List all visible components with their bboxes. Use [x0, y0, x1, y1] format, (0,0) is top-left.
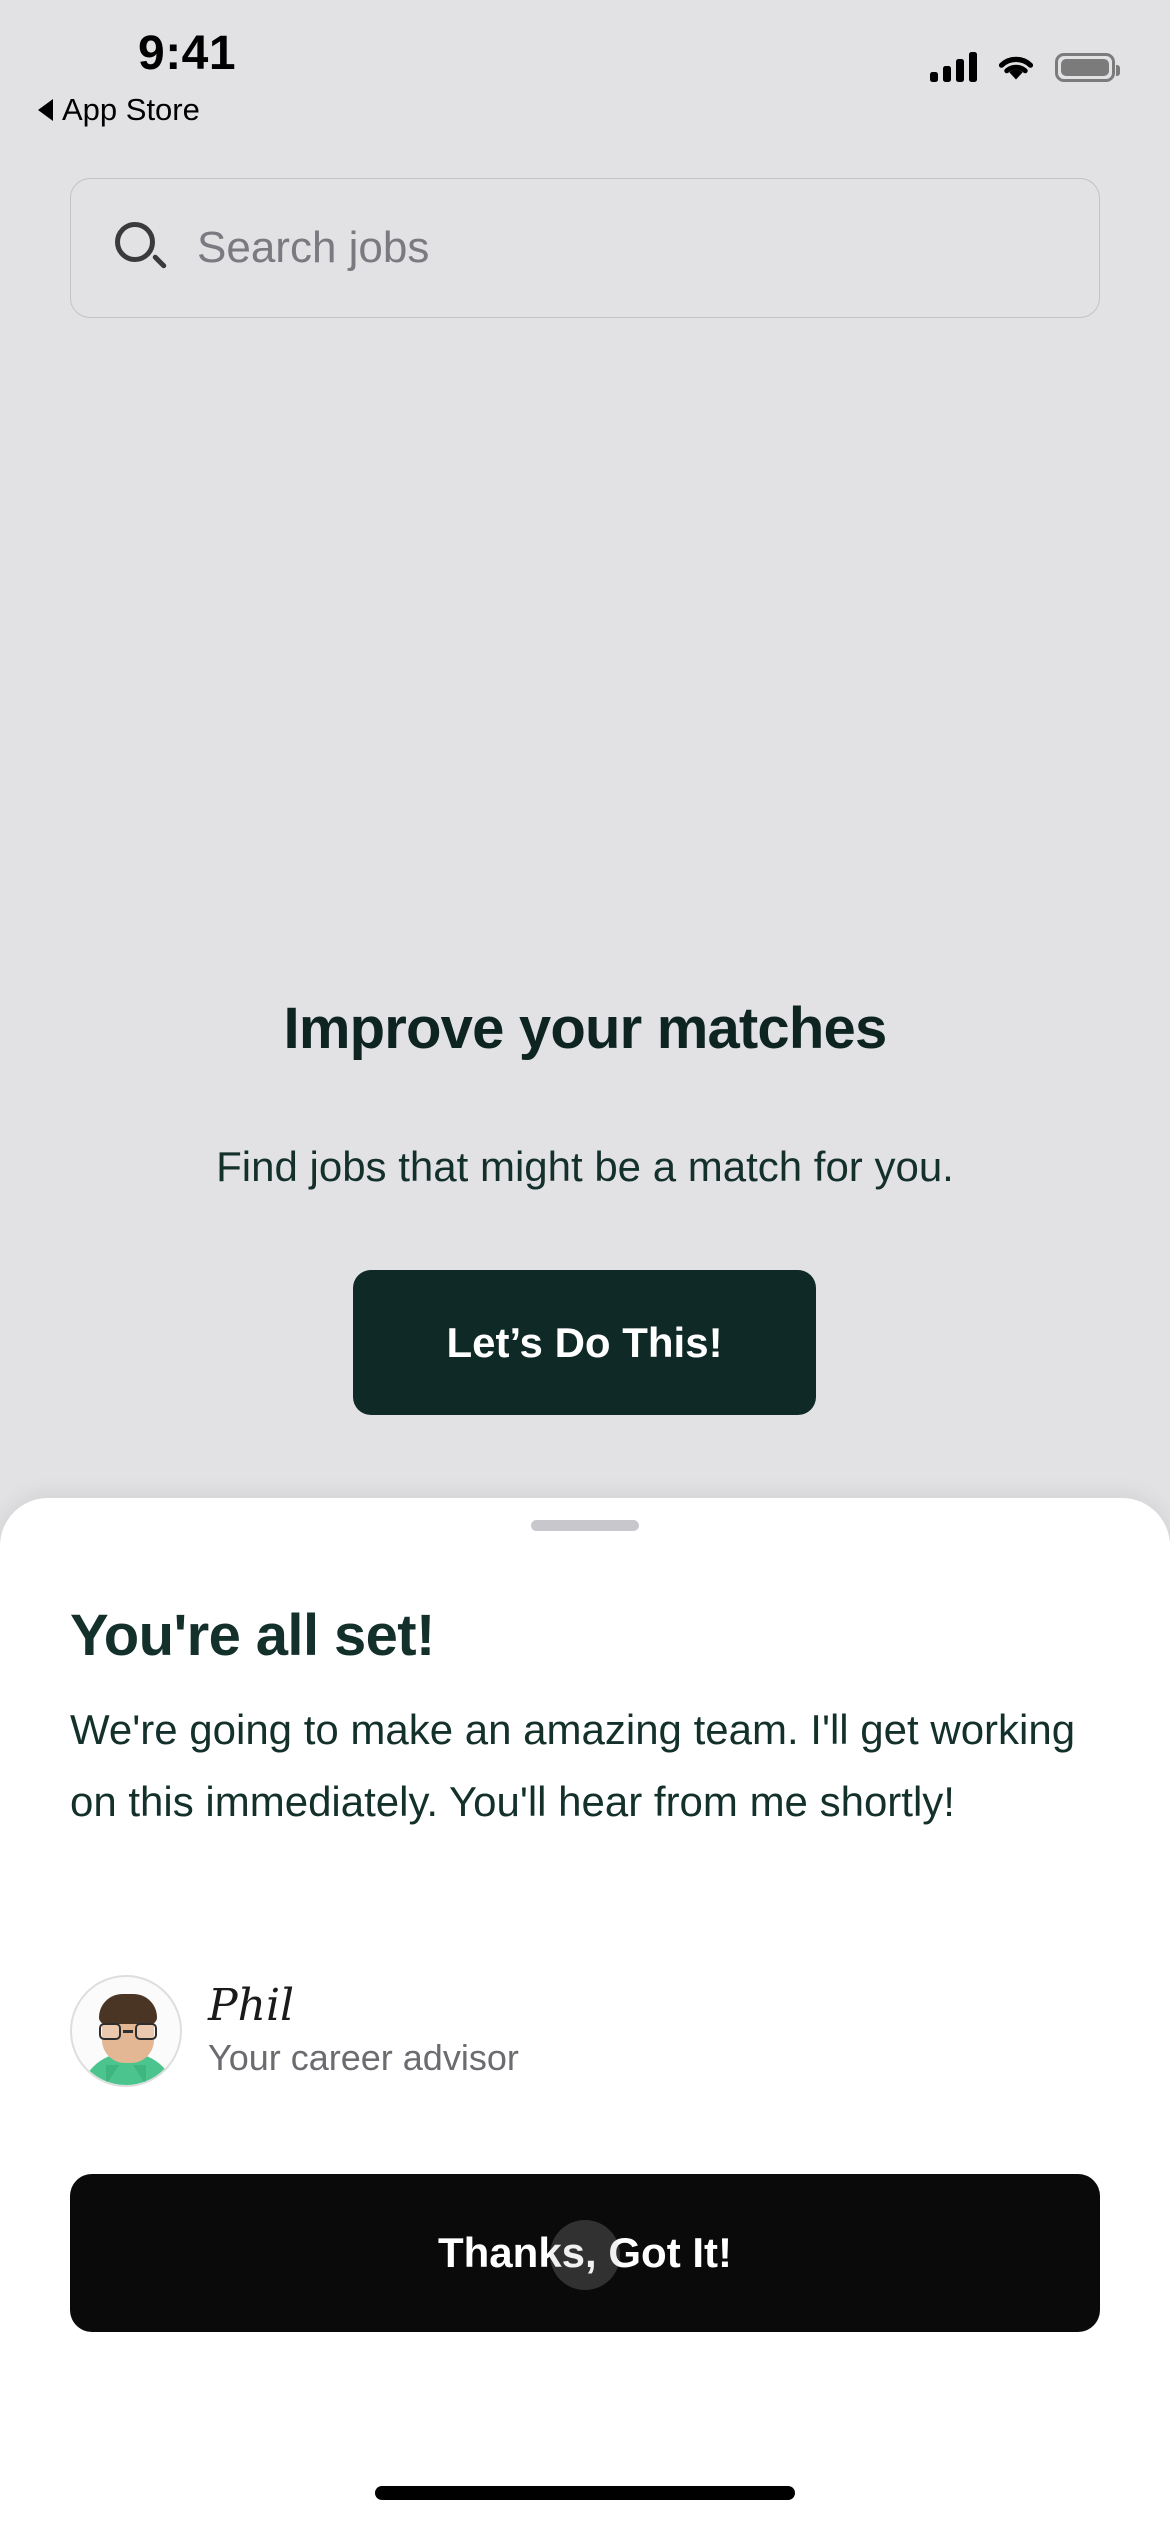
- status-bar-indicators: [930, 52, 1120, 82]
- bottom-sheet: You're all set! We're going to make an a…: [0, 1498, 1170, 2532]
- cellular-signal-icon: [930, 52, 977, 82]
- phone-screen: 9:41 App Store Search jobs Improve your …: [0, 0, 1170, 2532]
- advisor-text: Phil Your career advisor: [208, 1980, 519, 2082]
- search-icon: [113, 220, 169, 276]
- sheet-body-text: We're going to make an amazing team. I'l…: [70, 1706, 1076, 1825]
- advisor-avatar: [70, 1975, 182, 2087]
- sheet-title: You're all set!: [70, 1603, 435, 1668]
- thanks-got-it-button[interactable]: Thanks, Got It!: [70, 2174, 1100, 2332]
- status-bar-time: 9:41: [138, 27, 237, 80]
- drag-handle[interactable]: [531, 1520, 639, 1531]
- search-placeholder: Search jobs: [197, 223, 430, 272]
- search-input[interactable]: Search jobs: [70, 178, 1100, 318]
- back-to-app-store-link[interactable]: App Store: [38, 92, 200, 128]
- advisor-row: Phil Your career advisor: [70, 1975, 519, 2087]
- page-subtitle: Find jobs that might be a match for you.: [216, 1143, 954, 1190]
- page-title: Improve your matches: [283, 996, 888, 1061]
- wifi-icon: [998, 56, 1034, 80]
- advisor-role: Your career advisor: [208, 2037, 519, 2078]
- home-indicator[interactable]: [375, 2486, 795, 2500]
- back-caret-icon: [38, 99, 53, 121]
- battery-full-icon: [1055, 52, 1120, 82]
- lets-do-this-button[interactable]: Let’s Do This!: [353, 1270, 816, 1415]
- advisor-name: Phil: [208, 1980, 295, 2031]
- back-link-label: App Store: [62, 92, 200, 127]
